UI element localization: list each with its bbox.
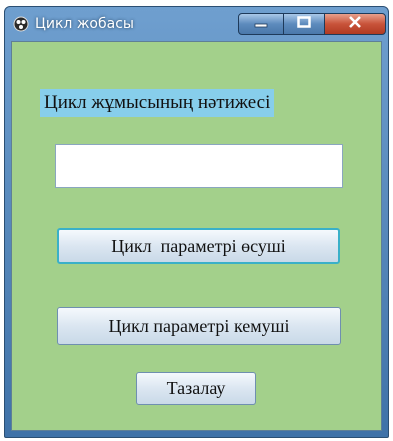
app-window: Цикл жобасы Цикл жұмысының нәтижесі Цикл…: [4, 6, 389, 438]
close-icon: [348, 15, 362, 33]
maximize-icon: [297, 15, 311, 33]
app-icon: [13, 16, 29, 32]
maximize-button[interactable]: [283, 13, 325, 35]
form-client-area: Цикл жұмысының нәтижесі Цикл параметрі ө…: [11, 41, 382, 431]
minimize-button[interactable]: [238, 13, 284, 35]
title-bar[interactable]: Цикл жобасы: [5, 7, 388, 41]
close-button[interactable]: [324, 13, 386, 35]
result-label: Цикл жұмысының нәтижесі: [40, 89, 275, 117]
decrease-parameter-button[interactable]: Цикл параметрі кемуші: [57, 307, 341, 345]
window-title: Цикл жобасы: [35, 16, 134, 32]
clear-button[interactable]: Тазалау: [136, 372, 256, 405]
result-input[interactable]: [55, 144, 343, 188]
minimize-icon: [254, 15, 268, 33]
increase-parameter-button[interactable]: Цикл параметрі өсуші: [57, 228, 340, 264]
